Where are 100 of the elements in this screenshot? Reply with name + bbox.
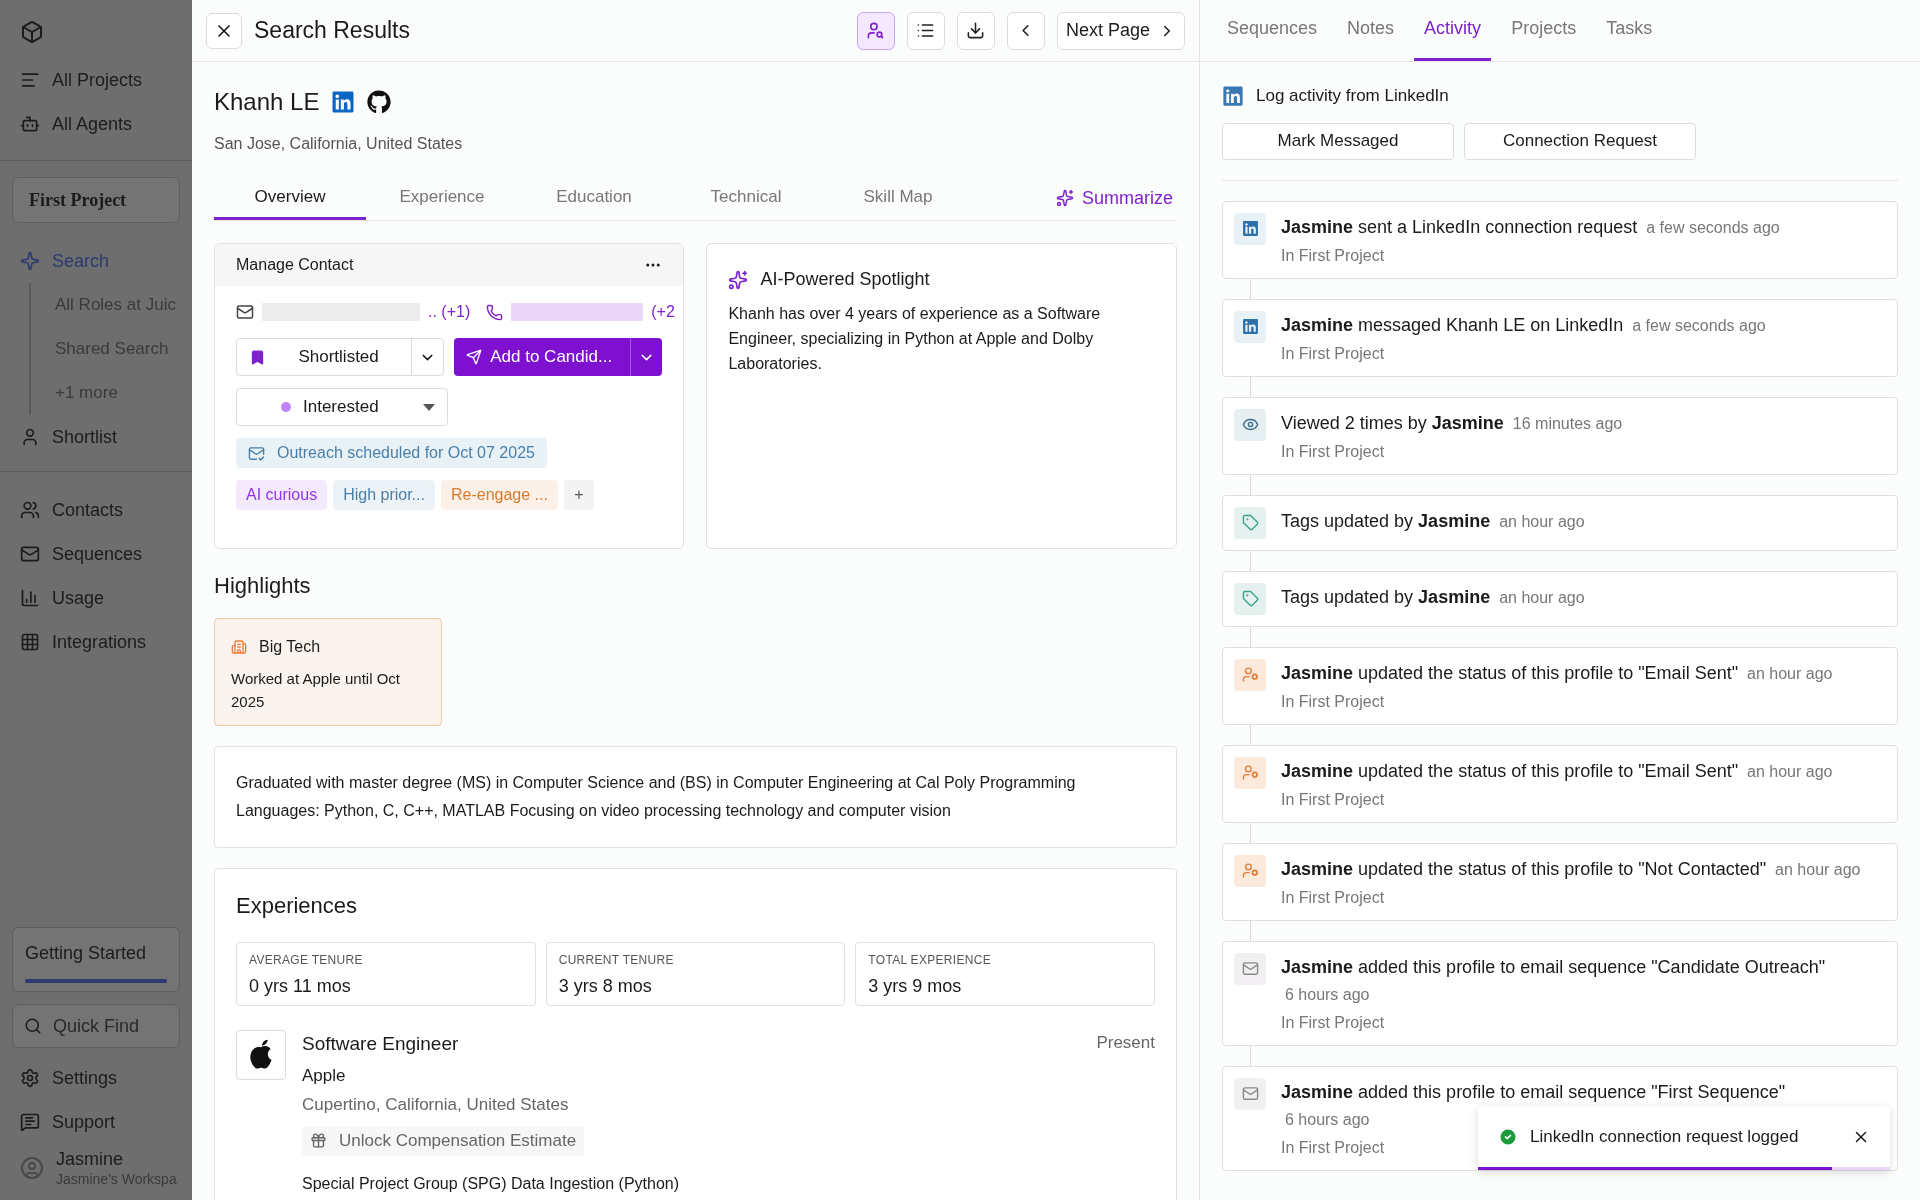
activity-text: Jasmine updated the status of this profile to "Email Sent" (1281, 760, 1739, 781)
nav-item[interactable]: Sequences (52, 540, 143, 568)
nav-item[interactable]: Shortlist (52, 423, 118, 451)
nav-item[interactable]: All Agents (52, 110, 133, 138)
person-icon (1234, 854, 1266, 887)
log-button[interactable]: Mark Messaged (1222, 122, 1454, 160)
download-icon (966, 21, 986, 40)
highlight-text: Worked at Apple until Oct 2025 (231, 669, 401, 712)
stat-value: 3 yrs 9 mos (868, 975, 963, 998)
email-more[interactable]: .. (+1) (428, 300, 471, 324)
profile-tab[interactable]: Technical (670, 176, 822, 220)
toast-message: LinkedIn connection request logged (1530, 1125, 1800, 1148)
gift-icon (310, 1132, 327, 1149)
status-dropdown[interactable]: Shortlisted (236, 338, 445, 376)
people-icon (20, 500, 40, 520)
user-name: Jasmine (56, 1148, 125, 1171)
person-search-button[interactable] (856, 11, 895, 50)
nav-item[interactable]: Usage (52, 584, 105, 612)
activity-text: Tags updated by Jasmine (1281, 510, 1491, 531)
phone-more[interactable]: (+2 (651, 300, 675, 324)
panel-title: Search Results (254, 16, 410, 46)
linkedin-icon (1234, 310, 1266, 343)
linkedin-icon (1234, 212, 1266, 245)
grid-icon (20, 632, 40, 652)
close-button[interactable] (206, 12, 242, 49)
nav-item[interactable]: Settings (52, 1064, 118, 1092)
log-label: Log activity from LinkedIn (1256, 85, 1449, 107)
panel-tab[interactable]: Sequences (1217, 0, 1328, 61)
mail-check-icon (248, 444, 265, 462)
panel-tab[interactable]: Tasks (1596, 0, 1663, 61)
caret-icon (423, 403, 435, 411)
list-icon (916, 21, 936, 40)
highlight-title: Big Tech (259, 637, 321, 657)
section-title: Experiences (236, 892, 359, 920)
stat-value: 0 yrs 11 mos (249, 975, 352, 998)
list-button[interactable] (906, 11, 945, 50)
add-tag-button[interactable]: + (563, 480, 594, 510)
activity-text: Jasmine messaged Khanh LE on LinkedIn (1281, 314, 1624, 335)
nav-item[interactable]: Support (52, 1108, 116, 1136)
activity-time: a few seconds ago (1646, 218, 1780, 236)
activity-project: In First Project (1281, 789, 1385, 810)
building-icon (231, 639, 247, 655)
tag-chip[interactable]: AI curious (236, 480, 328, 510)
log-button[interactable]: Connection Request (1464, 122, 1696, 160)
profile-tab[interactable]: Overview (214, 176, 366, 220)
send-icon (466, 349, 483, 365)
summarize-button[interactable]: Summarize (1055, 176, 1177, 220)
activity-time: 16 minutes ago (1512, 414, 1623, 432)
profile-tab[interactable]: Education (518, 176, 670, 220)
search-icon (24, 1017, 42, 1035)
card-title: AI-Powered Spotlight (760, 268, 930, 291)
panel-tab[interactable]: Projects (1501, 0, 1587, 61)
sparkle-icon (20, 251, 40, 271)
activity-time: 6 hours ago (1285, 1110, 1370, 1128)
stat-label: TOTAL EXPERIENCE (868, 952, 992, 969)
profile-tab[interactable]: Skill Map (822, 176, 974, 220)
candidate-location: San Jose, California, United States (214, 134, 464, 154)
nav-item[interactable]: All Projects (52, 66, 143, 94)
mail-icon (236, 303, 254, 321)
panel-tab[interactable]: Activity (1414, 0, 1492, 61)
tag-chip[interactable]: Re-engage ... (440, 480, 558, 510)
activity-project: In First Project (1281, 1012, 1385, 1033)
person-icon (20, 427, 40, 447)
nav-item[interactable]: Contacts (52, 496, 124, 524)
linkedin-icon (1222, 84, 1244, 107)
company-logo (236, 1030, 286, 1080)
stat-label: AVERAGE TENURE (249, 952, 364, 969)
activity-time: an hour ago (1747, 762, 1833, 780)
getting-started-label: Getting Started (25, 942, 148, 965)
quick-find-field[interactable]: Quick Find (12, 1004, 180, 1048)
activity-text: Viewed 2 times by Jasmine (1281, 412, 1504, 433)
github-icon[interactable] (367, 90, 392, 114)
download-button[interactable] (956, 11, 995, 50)
profile-tab[interactable]: Experience (366, 176, 518, 220)
tag-chip[interactable]: High prior... (333, 480, 435, 510)
linkedin-icon[interactable] (331, 90, 356, 114)
add-to-candidates-button[interactable]: Add to Candid... (454, 338, 663, 376)
bar-chart-icon (20, 588, 40, 608)
activity-text: Jasmine sent a LinkedIn connection request (1281, 216, 1638, 237)
company-name: Apple (302, 1064, 347, 1087)
outreach-banner: Outreach scheduled for Oct 07 2025 (236, 438, 547, 468)
unlock-compensation-button[interactable]: Unlock Compensation Estimate (302, 1125, 585, 1156)
next-page-button[interactable]: Next Page (1056, 11, 1185, 50)
getting-started-card[interactable]: Getting Started (12, 927, 180, 992)
job-title: Software Engineer (302, 1032, 459, 1056)
activity-project: In First Project (1281, 343, 1385, 364)
eye-icon (1234, 408, 1266, 441)
nav-item[interactable]: Integrations (52, 628, 147, 656)
project-selector[interactable]: First Project (12, 177, 180, 223)
summary-text: Graduated with master degree (MS) in Computer Science and (BS) in Computer Engineering at Cal Poly Programming Languages: Python, C, C++, MATLAB Focusing on video processing technology and computer vision (236, 773, 1077, 821)
settings-icon (20, 1068, 40, 1088)
cube-logo-icon (20, 20, 44, 44)
chat-icon (20, 1112, 40, 1132)
mail-icon (1234, 952, 1266, 985)
interest-dropdown[interactable]: Interested (236, 388, 448, 426)
sparkles-icon (728, 269, 749, 290)
activity-time: 6 hours ago (1285, 985, 1370, 1003)
panel-tab[interactable]: Notes (1337, 0, 1405, 61)
activity-project: In First Project (1281, 887, 1385, 908)
person-icon (1234, 658, 1266, 691)
